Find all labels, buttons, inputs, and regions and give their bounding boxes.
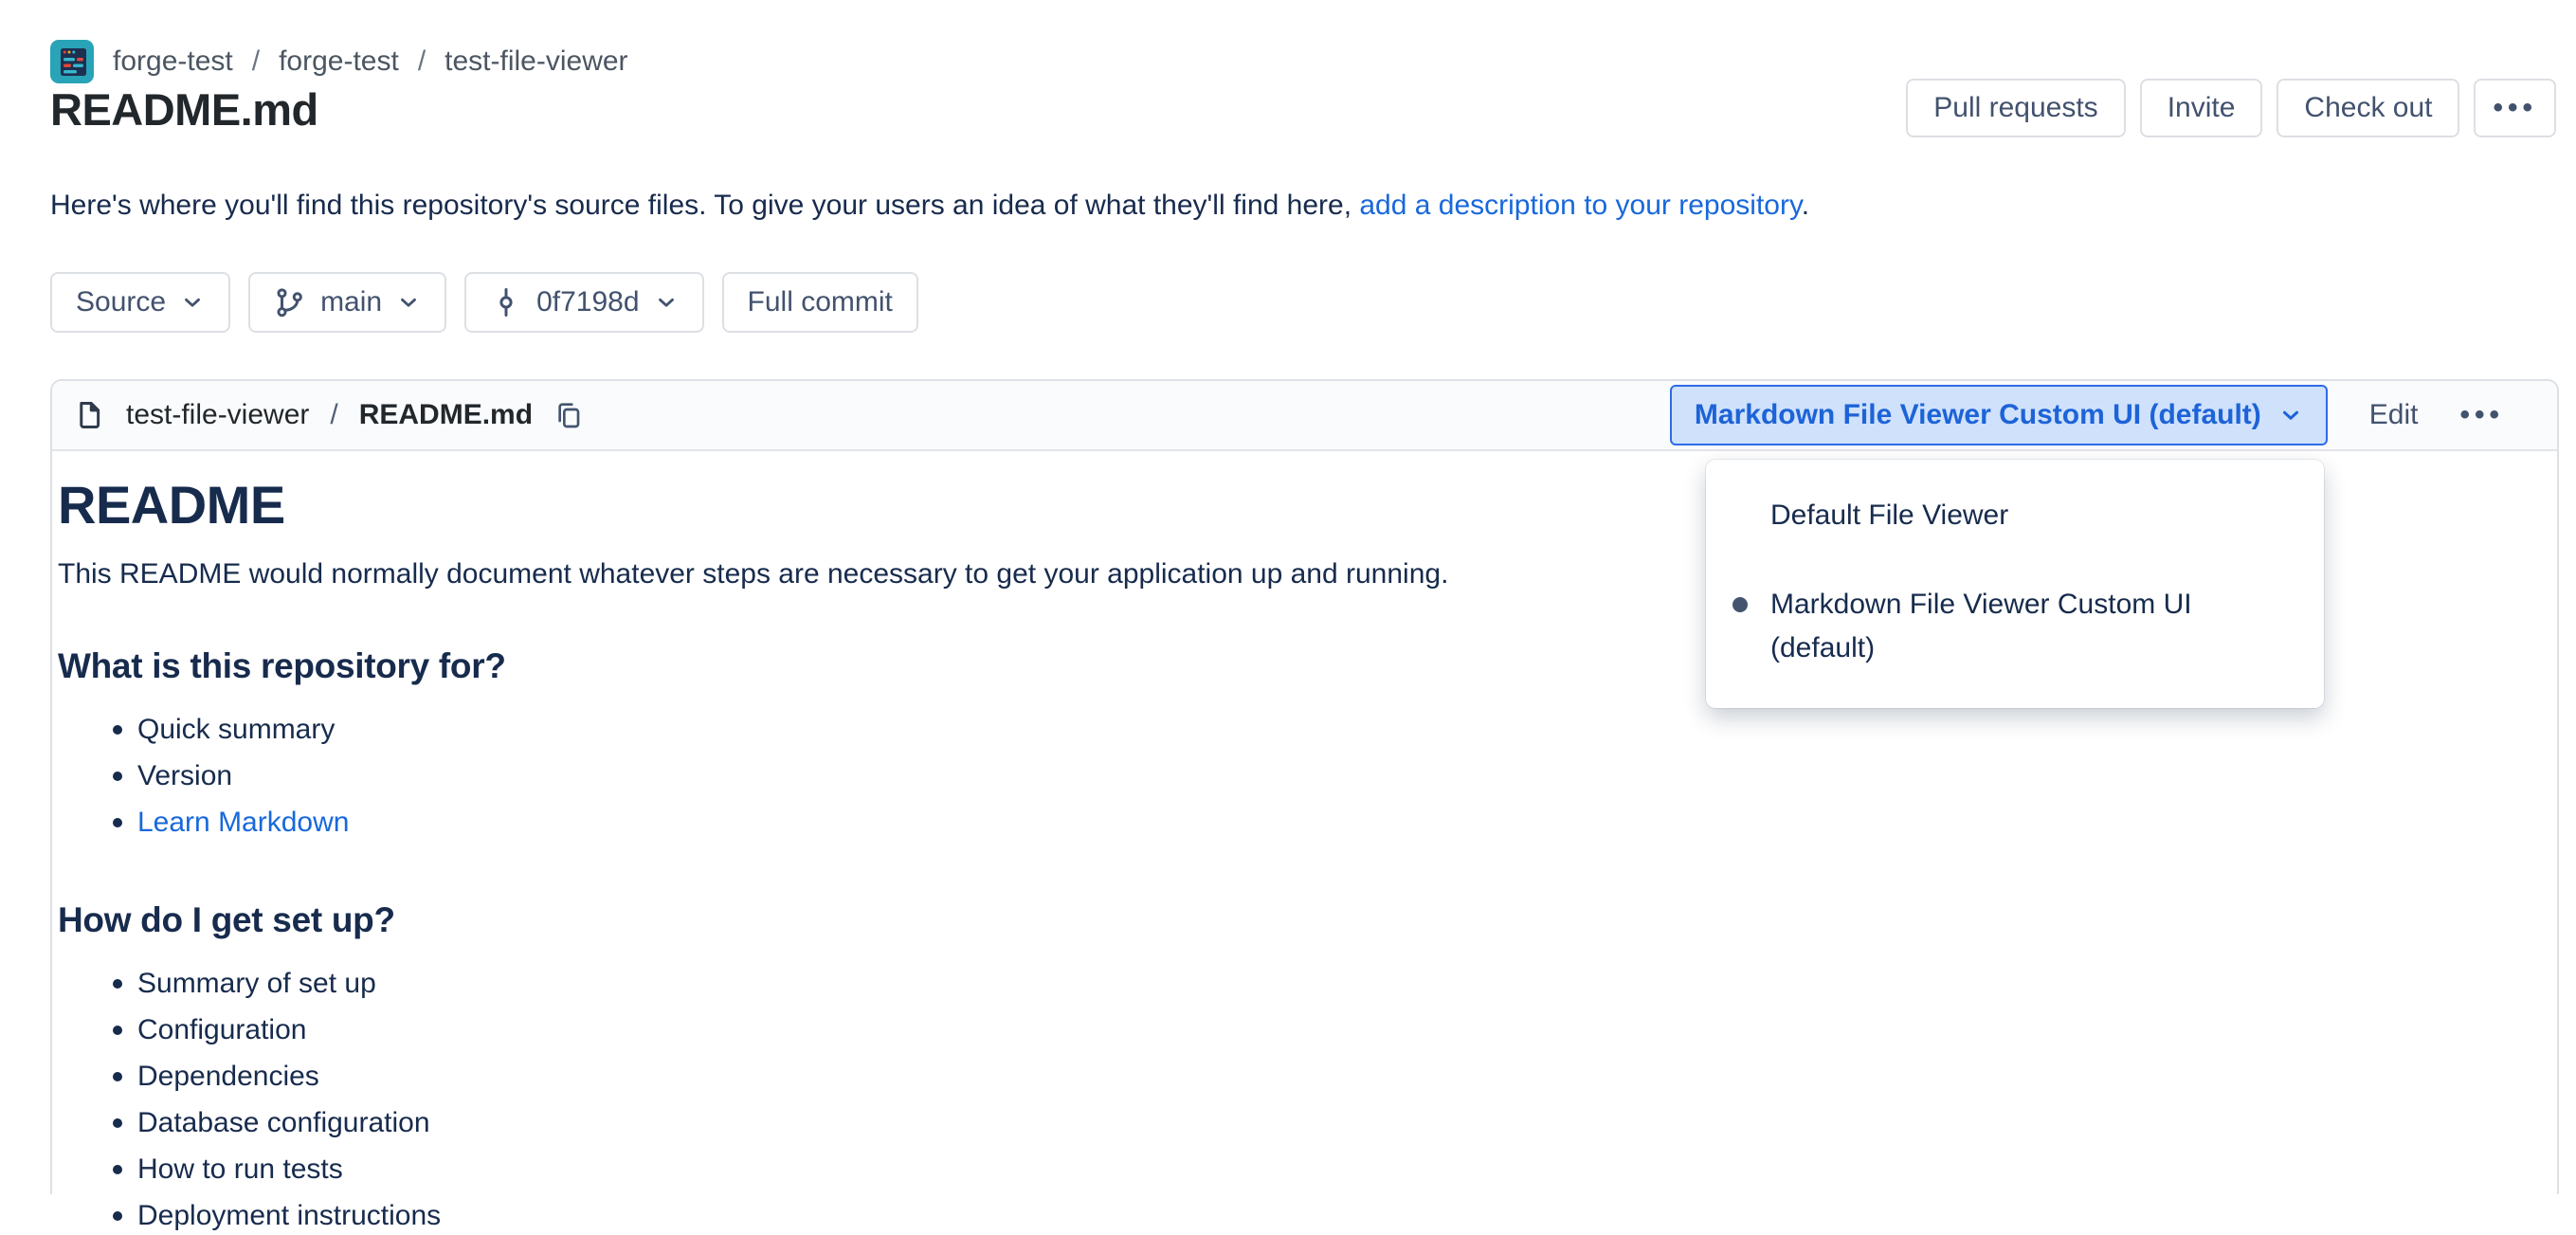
edit-button[interactable]: Edit bbox=[2369, 399, 2419, 431]
branch-dropdown[interactable]: main bbox=[248, 272, 446, 333]
file-path-separator: / bbox=[330, 399, 337, 431]
commit-dropdown-label: 0f7198d bbox=[536, 286, 639, 318]
viewer-selector-label: Markdown File Viewer Custom UI (default) bbox=[1695, 399, 2261, 431]
invite-button[interactable]: Invite bbox=[2140, 79, 2263, 137]
list-item: Learn Markdown bbox=[58, 804, 2529, 842]
list-item: Deployment instructions bbox=[58, 1197, 2529, 1235]
pull-requests-button[interactable]: Pull requests bbox=[1906, 79, 2125, 137]
repo-avatar-icon bbox=[50, 40, 94, 83]
chevron-down-icon bbox=[180, 290, 205, 315]
readme-heading-get-set-up: How do I get set up? bbox=[58, 900, 2529, 940]
list-item: Quick summary bbox=[58, 711, 2529, 749]
file-path: test-file-viewer / README.md bbox=[73, 399, 584, 431]
chevron-down-icon bbox=[654, 290, 679, 315]
top-actions: Pull requests Invite Check out ••• bbox=[1906, 79, 2556, 137]
copy-path-button[interactable] bbox=[553, 400, 584, 430]
git-branch-icon bbox=[274, 286, 306, 318]
viewer-dropdown-menu: Default File Viewer Markdown File Viewer… bbox=[1706, 460, 2324, 708]
readme-list-2: Summary of set up Configuration Dependen… bbox=[58, 965, 2529, 1235]
selection-dot-column bbox=[1732, 583, 1770, 612]
file-bar: test-file-viewer / README.md Markdown Fi… bbox=[52, 381, 2557, 451]
list-item: Version bbox=[58, 757, 2529, 795]
viewer-selector-button[interactable]: Markdown File Viewer Custom UI (default) bbox=[1670, 385, 2328, 445]
list-item: Database configuration bbox=[58, 1104, 2529, 1142]
breadcrumb: forge-test / forge-test / test-file-view… bbox=[50, 40, 628, 83]
source-toolbar: Source main 0f7198d Full commit bbox=[50, 272, 918, 333]
selected-dot-icon bbox=[1732, 597, 1748, 612]
source-dropdown[interactable]: Source bbox=[50, 272, 230, 333]
file-more-button[interactable]: ••• bbox=[2459, 399, 2504, 431]
branch-dropdown-label: main bbox=[320, 286, 382, 318]
breadcrumb-separator: / bbox=[252, 45, 260, 78]
chevron-down-icon bbox=[396, 290, 421, 315]
full-commit-button[interactable]: Full commit bbox=[722, 272, 918, 333]
learn-markdown-link[interactable]: Learn Markdown bbox=[137, 807, 349, 838]
list-item: Dependencies bbox=[58, 1058, 2529, 1096]
breadcrumb-workspace[interactable]: forge-test bbox=[113, 45, 233, 78]
add-description-link[interactable]: add a description to your repository bbox=[1359, 190, 1801, 221]
copy-icon bbox=[553, 400, 584, 430]
chevron-down-icon bbox=[2278, 403, 2303, 427]
file-path-dir[interactable]: test-file-viewer bbox=[126, 399, 309, 431]
description-text: Here's where you'll find this repository… bbox=[50, 190, 1359, 221]
menu-item-markdown-viewer[interactable]: Markdown File Viewer Custom UI (default) bbox=[1706, 583, 2324, 670]
breadcrumb-repository[interactable]: test-file-viewer bbox=[444, 45, 627, 78]
menu-item-label: Default File Viewer bbox=[1770, 494, 2008, 537]
list-item: How to run tests bbox=[58, 1151, 2529, 1189]
breadcrumb-project[interactable]: forge-test bbox=[279, 45, 399, 78]
source-dropdown-label: Source bbox=[76, 286, 166, 318]
check-out-button[interactable]: Check out bbox=[2277, 79, 2459, 137]
file-bar-actions: Markdown File Viewer Custom UI (default)… bbox=[1670, 385, 2504, 445]
commit-dropdown[interactable]: 0f7198d bbox=[464, 272, 703, 333]
file-path-name: README.md bbox=[359, 399, 533, 431]
page-title: README.md bbox=[50, 83, 318, 136]
commit-icon bbox=[490, 286, 522, 318]
readme-list-1: Quick summary Version Learn Markdown bbox=[58, 711, 2529, 842]
list-item: Configuration bbox=[58, 1011, 2529, 1049]
full-commit-label: Full commit bbox=[748, 286, 893, 318]
menu-item-label: Markdown File Viewer Custom UI (default) bbox=[1770, 583, 2216, 670]
more-actions-button[interactable]: ••• bbox=[2474, 79, 2556, 137]
list-item: Summary of set up bbox=[58, 965, 2529, 1003]
description-text-end: . bbox=[1802, 190, 1809, 221]
repo-description: Here's where you'll find this repository… bbox=[50, 188, 1809, 224]
breadcrumb-separator: / bbox=[418, 45, 426, 78]
file-icon bbox=[73, 399, 105, 431]
menu-item-default-file-viewer[interactable]: Default File Viewer bbox=[1706, 494, 2324, 537]
